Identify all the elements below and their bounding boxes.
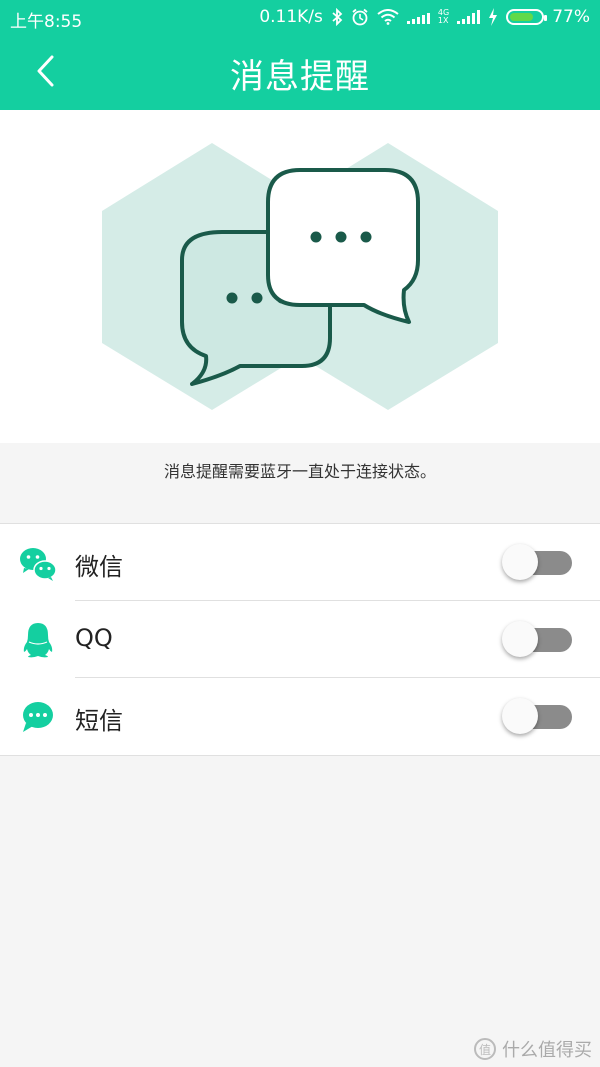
qq-icon	[23, 623, 53, 658]
list-item-sms[interactable]: 短信	[0, 678, 600, 754]
notification-app-list: 微信 QQ 短信	[0, 523, 600, 756]
battery-level-fill	[510, 13, 534, 21]
wechat-toggle[interactable]	[502, 544, 572, 580]
signal-strength-1-icon	[406, 10, 430, 24]
toggle-knob	[502, 621, 538, 657]
list-item-label: QQ	[75, 624, 113, 652]
wechat-icon	[20, 548, 57, 581]
status-indicators: 0.11K/s 4G 1X 77%	[259, 7, 590, 27]
signal-strength-2-icon	[457, 10, 481, 24]
charging-icon	[489, 8, 498, 26]
watermark-text: 什么值得买	[502, 1040, 592, 1061]
network-type-1x: 1X	[437, 16, 449, 25]
chat-bubble-front	[266, 168, 420, 324]
battery-percent: 77%	[552, 7, 590, 27]
page-title: 消息提醒	[230, 57, 370, 97]
status-time: 上午8:55	[10, 12, 83, 32]
list-item-wechat[interactable]: 微信	[0, 524, 600, 600]
sms-icon	[23, 702, 53, 732]
toggle-knob	[502, 544, 538, 580]
qq-toggle[interactable]	[502, 621, 572, 657]
app-bar: 消息提醒	[0, 34, 600, 110]
hero-illustration	[0, 110, 600, 443]
battery-icon	[506, 9, 548, 25]
network-speed: 0.11K/s	[259, 7, 323, 27]
wifi-icon	[377, 9, 399, 25]
chat-bubbles-illustration	[102, 143, 498, 410]
bluetooth-hint: 消息提醒需要蓝牙一直处于连接状态。	[163, 462, 436, 481]
status-bar: 上午8:55 0.11K/s 4G 1X 77%	[0, 0, 600, 34]
alarm-icon	[352, 8, 368, 26]
bluetooth-icon	[332, 8, 343, 26]
list-item-label: 微信	[75, 553, 123, 581]
watermark-logo-icon: 值	[474, 1038, 496, 1060]
list-item-qq[interactable]: QQ	[0, 601, 600, 677]
network-type-label: 4G 1X	[438, 9, 449, 25]
watermark: 值 什么值得买	[474, 1036, 592, 1062]
toggle-knob	[502, 698, 538, 734]
list-item-label: 短信	[75, 707, 123, 735]
sms-toggle[interactable]	[502, 698, 572, 734]
